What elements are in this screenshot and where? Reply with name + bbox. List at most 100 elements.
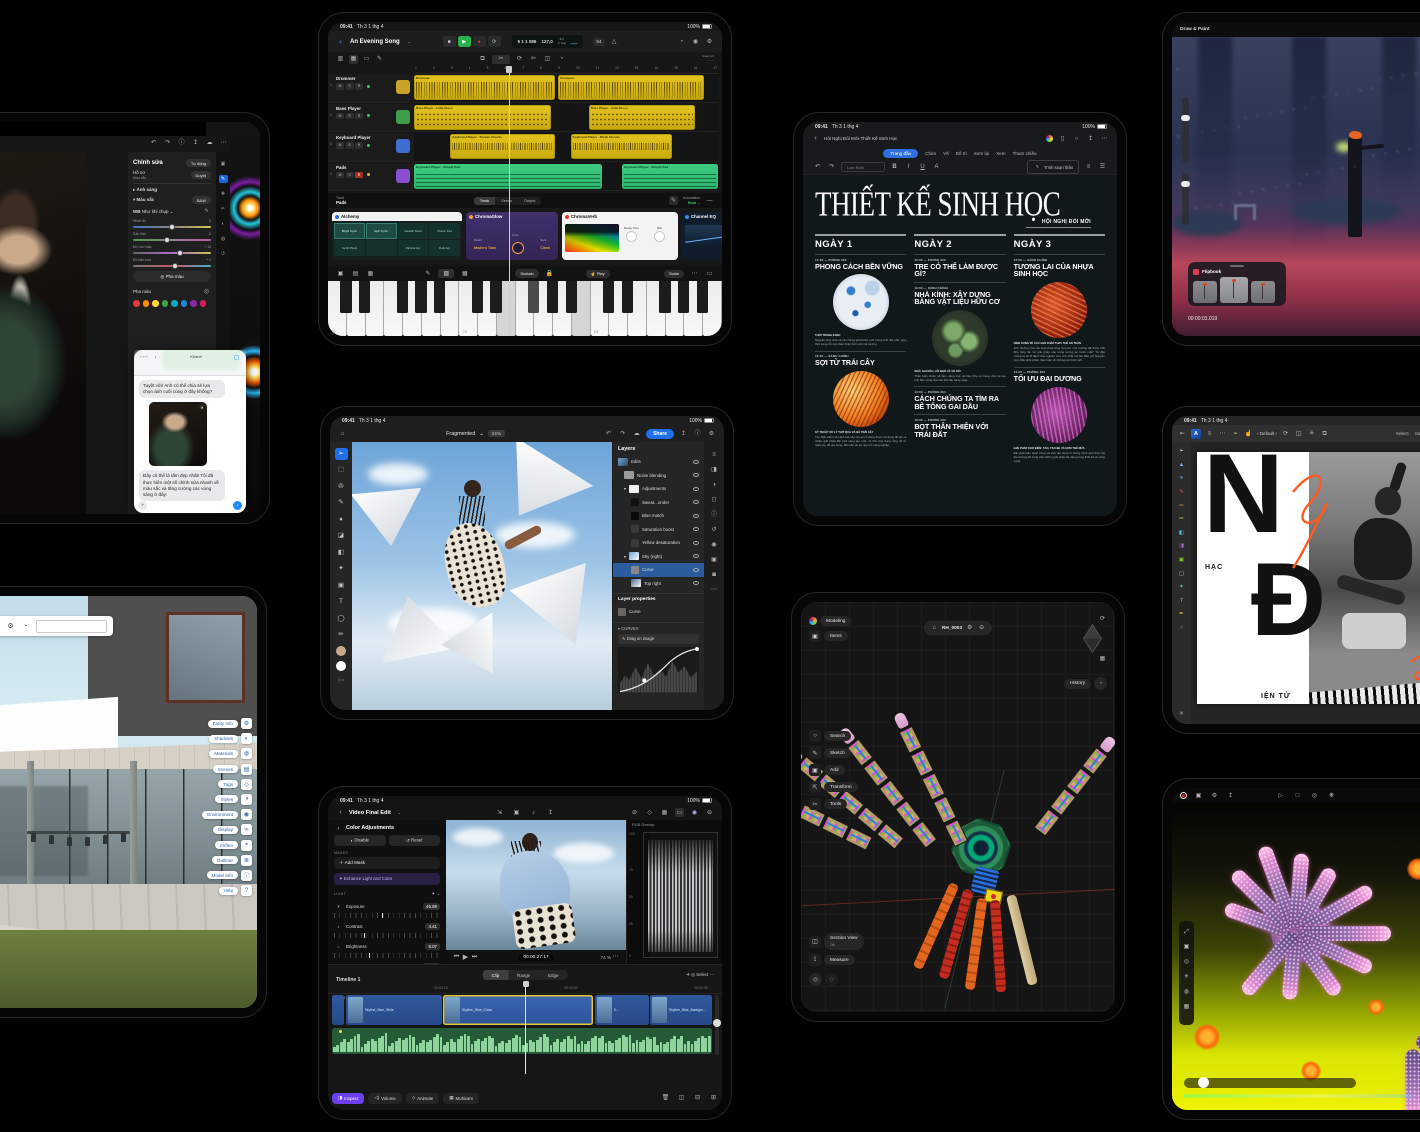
tags-button[interactable]: Tags <box>218 780 238 789</box>
tools-button[interactable]: Tools <box>824 799 848 809</box>
entity-info-icon[interactable]: ⚙ <box>241 718 252 729</box>
settings-icon[interactable]: ⚙ <box>705 37 714 46</box>
glue-icon[interactable]: ◔ <box>557 55 566 64</box>
visibility-icon[interactable] <box>693 581 699 586</box>
lasso-tool-icon[interactable]: ✇ <box>335 481 348 493</box>
sketch-button[interactable]: Sketch <box>824 748 851 758</box>
help-icon[interactable]: ? <box>241 885 252 897</box>
help-icon[interactable]: ◉ <box>691 37 700 46</box>
export-icon[interactable]: ↥ <box>679 429 688 438</box>
zoom-scrollbar[interactable] <box>713 995 721 1055</box>
section-view-button[interactable]: Section View Off <box>824 933 864 950</box>
color-dots[interactable] <box>133 300 211 307</box>
back-icon[interactable]: ‹ <box>336 37 345 46</box>
star-tool-icon[interactable]: ✦ <box>1176 583 1187 593</box>
styles-button[interactable]: Styles <box>215 795 238 804</box>
snap-icon[interactable]: ◇ <box>645 808 654 817</box>
stop-button[interactable]: ■ <box>442 36 456 47</box>
add-button[interactable]: Add <box>824 765 845 775</box>
volume-button[interactable]: ◁) Volume <box>368 1092 402 1104</box>
contrast-slider[interactable] <box>334 933 440 938</box>
target-icon[interactable]: ◎ <box>202 287 211 296</box>
curves-section-title[interactable]: ▾ CURVES <box>613 626 704 631</box>
export-icon[interactable]: ↥ <box>1226 791 1235 800</box>
video-clip[interactable]: S... <box>594 995 649 1025</box>
panel-handle[interactable] <box>1230 265 1244 267</box>
info-icon[interactable]: ⓘ <box>710 510 719 519</box>
tab-home[interactable]: Trang đầu <box>883 148 919 158</box>
tab-insert[interactable]: Chèn <box>925 151 936 156</box>
tab-layout[interactable]: Bố trí <box>956 151 967 156</box>
distance-input[interactable] <box>36 619 107 633</box>
back-icon[interactable]: ‹ <box>334 825 343 834</box>
audio-track[interactable] <box>332 1028 712 1054</box>
video-clip[interactable]: Skyline_Blue_Wide <box>345 995 442 1025</box>
mute-button[interactable]: M <box>336 83 344 90</box>
project-title[interactable]: An Evening Song <box>350 39 400 45</box>
font-color-icon[interactable]: A <box>932 163 941 172</box>
document-name[interactable]: Fragmented ⌄ 24% <box>446 430 505 437</box>
flipbook-panel[interactable]: Flipbook <box>1188 262 1286 306</box>
ellipse-tool-icon[interactable]: ● <box>1176 474 1187 484</box>
edit-mode-tabs[interactable]: Clip Range Edge <box>482 970 568 980</box>
document-title[interactable]: Hội Nghị Đổi Mới-Thiết Kế Sinh Học <box>824 136 897 141</box>
pads-view-icon[interactable]: ▦ <box>460 269 469 278</box>
mic-icon[interactable]: ♪ <box>529 808 538 817</box>
animate-button[interactable]: ◇ Animate <box>405 1092 440 1104</box>
send-button[interactable]: ↑ <box>233 501 242 510</box>
video-clip[interactable]: Skyline_Blue_Backgro... <box>650 995 712 1025</box>
metronome-icon[interactable]: △ <box>610 37 619 46</box>
home-icon[interactable]: ⌂ <box>338 429 347 438</box>
outliner-icon[interactable]: ≣ <box>241 854 252 866</box>
document-page[interactable]: THIẾT KẾ SINH HỌC HỘI NGHỊ ĐỔI MỚI NGÀY … <box>803 175 1117 516</box>
render-record-icon[interactable] <box>1180 792 1187 799</box>
back-icon[interactable]: ‹ <box>336 808 345 817</box>
overwrite-icon[interactable]: ⊟ <box>693 1094 702 1103</box>
view-cube[interactable] <box>1083 623 1102 654</box>
tab-draw[interactable]: Vẽ <box>943 151 949 156</box>
track-header-drummer[interactable]: 1 Drummer M S R <box>328 74 414 103</box>
help-icon[interactable]: ⓘ <box>693 429 702 438</box>
cloud-icon[interactable]: ☁ <box>632 429 641 438</box>
region-icon[interactable]: ▦ <box>1182 1002 1191 1011</box>
material-icon[interactable]: ◍ <box>1182 987 1191 996</box>
visibility-icon[interactable] <box>693 554 699 559</box>
sync-icon[interactable]: ⚙ <box>965 624 974 633</box>
share-button[interactable]: Share <box>646 428 674 439</box>
video-preview[interactable] <box>446 820 626 950</box>
video-call-icon[interactable]: ▢ <box>232 353 241 362</box>
tab-review[interactable]: Xem lại <box>974 151 989 156</box>
visibility-icon[interactable] <box>693 540 699 545</box>
scenes-button[interactable]: Scenes <box>212 765 238 774</box>
wet-knob[interactable] <box>654 231 665 242</box>
search-button[interactable]: Search <box>824 731 852 741</box>
multicam-button[interactable]: ▦ Multicam <box>443 1092 480 1104</box>
more-icon[interactable]: ⋯ <box>1100 134 1109 143</box>
undo-icon[interactable]: ↶ <box>149 138 158 147</box>
contact-name[interactable]: Khanh <box>163 354 229 359</box>
transform-icon[interactable]: ⇱ <box>809 781 821 793</box>
layer-row[interactable]: Edits <box>613 455 704 469</box>
frame-thumb-current[interactable] <box>1220 277 1248 303</box>
adjustment-layer-row[interactable]: Sweat...onder <box>613 496 704 510</box>
add-attachment-button[interactable]: + <box>138 501 147 510</box>
lock-icon[interactable]: ▣ <box>1194 791 1203 800</box>
transform-tool-icon[interactable]: ⬚ <box>335 465 348 477</box>
vector-brush-icon[interactable]: ✒ <box>1176 610 1187 620</box>
comments-icon[interactable]: ◻ <box>710 495 719 504</box>
ortho-toggle[interactable]: ◇ <box>825 973 838 986</box>
italic-icon[interactable]: I <box>904 163 913 172</box>
viewer-zoom[interactable]: 74 % <box>601 955 611 960</box>
tools-icon[interactable]: ✂ <box>809 798 821 810</box>
painting-canvas[interactable]: Flipbook 00:00:03.019 <box>1172 37 1420 336</box>
import-icon[interactable]: ⇲ <box>495 808 504 817</box>
share-icon[interactable]: ↥ <box>191 138 200 147</box>
photo-attachment[interactable]: ✕ <box>149 402 207 467</box>
materials-button[interactable]: Materials <box>209 749 238 758</box>
inspect-button[interactable]: ◨ Inspect <box>332 1092 365 1104</box>
background-color[interactable] <box>336 660 346 671</box>
back-icon[interactable]: ‹ <box>811 134 820 143</box>
undo-icon[interactable]: ↶ <box>604 429 613 438</box>
light-icon[interactable]: ☀ <box>1182 972 1191 981</box>
pen-tool-icon[interactable]: ✎ <box>1176 488 1187 498</box>
